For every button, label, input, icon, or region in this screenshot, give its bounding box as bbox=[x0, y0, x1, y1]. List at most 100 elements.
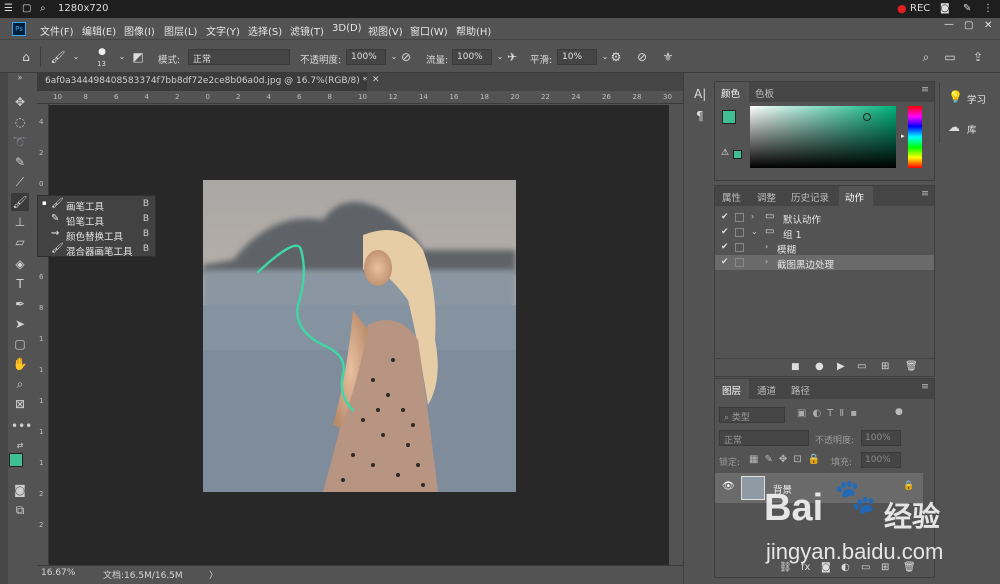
menu-edit[interactable]: 编辑(E) bbox=[82, 23, 116, 38]
checkmark-icon[interactable]: ✔ bbox=[721, 227, 729, 237]
search-icon[interactable]: ⌕ bbox=[40, 3, 46, 14]
menu-window[interactable]: 窗口(W) bbox=[410, 23, 448, 38]
rec-button[interactable]: REC bbox=[910, 3, 930, 14]
menu-select[interactable]: 选择(S) bbox=[248, 23, 282, 38]
fill-input[interactable]: 100% bbox=[861, 452, 901, 468]
vertical-scrollbar[interactable] bbox=[669, 105, 683, 565]
menu-file[interactable]: 文件(F) bbox=[40, 23, 74, 38]
lasso-tool-icon[interactable]: ➰ bbox=[11, 133, 29, 151]
layer-filter-select[interactable]: ⌕ 类型 bbox=[719, 407, 785, 423]
lock-icons[interactable]: ▦✎✥⊡🔒 bbox=[749, 454, 826, 465]
hamburger-icon[interactable]: ☰ bbox=[4, 3, 13, 14]
character-panel-icon[interactable]: A| bbox=[694, 87, 706, 101]
zoom-level[interactable]: 16.67% bbox=[41, 568, 75, 578]
tab-swatches[interactable]: 色板 bbox=[755, 86, 774, 100]
more-tools-icon[interactable]: ••• bbox=[11, 417, 32, 435]
panel-menu-icon[interactable]: ≡ bbox=[921, 188, 929, 199]
tab-paths[interactable]: 路径 bbox=[791, 383, 810, 397]
trash-icon[interactable]: 🗑 bbox=[905, 361, 918, 372]
workspace-icon[interactable]: ▭ bbox=[942, 49, 958, 65]
minimize-icon[interactable]: — bbox=[944, 19, 954, 30]
foreground-color-swatch[interactable] bbox=[9, 453, 23, 467]
expand-icon[interactable]: › bbox=[751, 212, 754, 221]
library-button[interactable]: ☁ 库 bbox=[940, 115, 1000, 141]
paint-bucket-icon[interactable]: ◈ bbox=[11, 255, 29, 273]
close-icon[interactable]: ✕ bbox=[984, 20, 992, 31]
color-field[interactable] bbox=[750, 106, 896, 168]
zoom-tool-icon[interactable]: ⌕ bbox=[11, 375, 29, 393]
marquee-tool-icon[interactable]: ◌ bbox=[11, 113, 29, 131]
document-tab[interactable]: 6af0a344498408583374f7bb8df72e2ce8b06a0d… bbox=[37, 73, 367, 91]
dialog-toggle[interactable] bbox=[735, 258, 744, 267]
pen-tool-icon[interactable]: ✒ bbox=[11, 295, 29, 313]
menu-help[interactable]: 帮助(H) bbox=[456, 23, 491, 38]
flow-input[interactable]: 100% bbox=[452, 49, 492, 65]
action-row-selected[interactable]: ✔ › 截图黑边处理 bbox=[715, 255, 934, 271]
maximize-icon[interactable]: ▢ bbox=[964, 20, 973, 31]
layer-filter-icons[interactable]: ▣◐TⅡ▪ bbox=[797, 408, 863, 419]
hand-tool-icon[interactable]: ✋ bbox=[11, 355, 29, 373]
menu-filter[interactable]: 滤镜(T) bbox=[290, 23, 324, 38]
tab-actions[interactable]: 动作 bbox=[845, 190, 864, 204]
flyout-item-color-replace[interactable]: ⇝ 颜色替换工具 B bbox=[38, 227, 155, 243]
stop-icon[interactable]: ■ bbox=[791, 362, 800, 372]
eyedropper-tool-icon[interactable]: ⟋ bbox=[11, 173, 29, 191]
gear-icon[interactable]: ⚙ bbox=[608, 49, 624, 65]
window-icon[interactable]: ▢ bbox=[22, 3, 31, 14]
eye-icon[interactable]: 👁 bbox=[722, 481, 735, 492]
menu-type[interactable]: 文字(Y) bbox=[206, 23, 240, 38]
brush-tool-icon[interactable]: 🖌 bbox=[11, 193, 29, 211]
layer-opacity-input[interactable]: 100% bbox=[861, 430, 901, 446]
action-set-row[interactable]: ✔ ⌄ ▭ 组 1 bbox=[715, 225, 934, 241]
document-image[interactable] bbox=[203, 180, 516, 492]
opacity-input[interactable]: 100% bbox=[346, 49, 386, 65]
tab-properties[interactable]: 属性 bbox=[722, 190, 741, 204]
airbrush-icon[interactable]: ✈ bbox=[504, 49, 520, 65]
blend-mode-select[interactable]: 正常 bbox=[719, 430, 809, 446]
crop-tool-icon[interactable]: ⊠ bbox=[11, 395, 29, 413]
record-icon[interactable]: ● bbox=[815, 361, 824, 372]
filter-toggle-icon[interactable]: ● bbox=[895, 407, 903, 417]
new-action-icon[interactable]: ⊞ bbox=[881, 361, 889, 372]
move-tool-icon[interactable]: ✥ bbox=[11, 93, 29, 111]
camera-icon[interactable]: ◙ bbox=[940, 3, 950, 14]
dialog-toggle[interactable] bbox=[735, 213, 744, 222]
screen-mode-icon[interactable]: ⧉ bbox=[11, 501, 29, 519]
learn-button[interactable]: 💡 学习 bbox=[940, 85, 1000, 111]
brush-icon[interactable]: 🖌 bbox=[50, 49, 66, 65]
pen-icon[interactable]: ✎ bbox=[963, 3, 971, 14]
menu-image[interactable]: 图像(I) bbox=[124, 23, 155, 38]
collapse-icon[interactable]: » bbox=[11, 73, 29, 83]
hue-slider[interactable] bbox=[908, 106, 922, 168]
menu-layer[interactable]: 图层(L) bbox=[164, 23, 197, 38]
flyout-item-brush[interactable]: ▪ 🖌 画笔工具 B bbox=[38, 197, 155, 213]
more-icon[interactable]: ⋮ bbox=[983, 3, 993, 14]
tab-color[interactable]: 颜色 bbox=[721, 86, 740, 100]
quick-select-tool-icon[interactable]: ✎ bbox=[11, 153, 29, 171]
brush-settings-icon[interactable]: ◩ bbox=[130, 49, 146, 65]
flyout-item-pencil[interactable]: ✎ 铅笔工具 B bbox=[38, 212, 155, 228]
tab-history[interactable]: 历史记录 bbox=[791, 190, 829, 204]
share-icon[interactable]: ⇪ bbox=[970, 49, 986, 65]
checkmark-icon[interactable]: ✔ bbox=[721, 257, 729, 267]
checkmark-icon[interactable]: ✔ bbox=[721, 242, 729, 252]
action-set-row[interactable]: ✔ › ▭ 默认动作 bbox=[715, 210, 934, 226]
search-icon[interactable]: ⌕ bbox=[918, 49, 934, 65]
tab-adjustments[interactable]: 调整 bbox=[757, 190, 776, 204]
chevron-down-icon[interactable]: ⌄ bbox=[68, 49, 84, 65]
pressure-opacity-icon[interactable]: ⊘ bbox=[398, 49, 414, 65]
dialog-toggle[interactable] bbox=[735, 228, 744, 237]
checkmark-icon[interactable]: ✔ bbox=[721, 212, 729, 222]
panel-menu-icon[interactable]: ≡ bbox=[921, 84, 929, 95]
tab-channels[interactable]: 通道 bbox=[757, 383, 776, 397]
brush-preset-icon[interactable]: ● bbox=[94, 47, 110, 59]
chevron-down-icon[interactable]: ⌄ bbox=[114, 49, 130, 65]
path-select-tool-icon[interactable]: ➤ bbox=[11, 315, 29, 333]
home-icon[interactable]: ⌂ bbox=[18, 49, 34, 65]
mode-select[interactable]: 正常 bbox=[188, 49, 290, 65]
stamp-tool-icon[interactable]: ⊥ bbox=[11, 213, 29, 231]
expand-icon[interactable]: › bbox=[765, 257, 768, 266]
close-tab-icon[interactable]: ✕ bbox=[372, 75, 380, 85]
tab-layers[interactable]: 图层 bbox=[722, 383, 741, 397]
panel-menu-icon[interactable]: ≡ bbox=[921, 381, 929, 392]
